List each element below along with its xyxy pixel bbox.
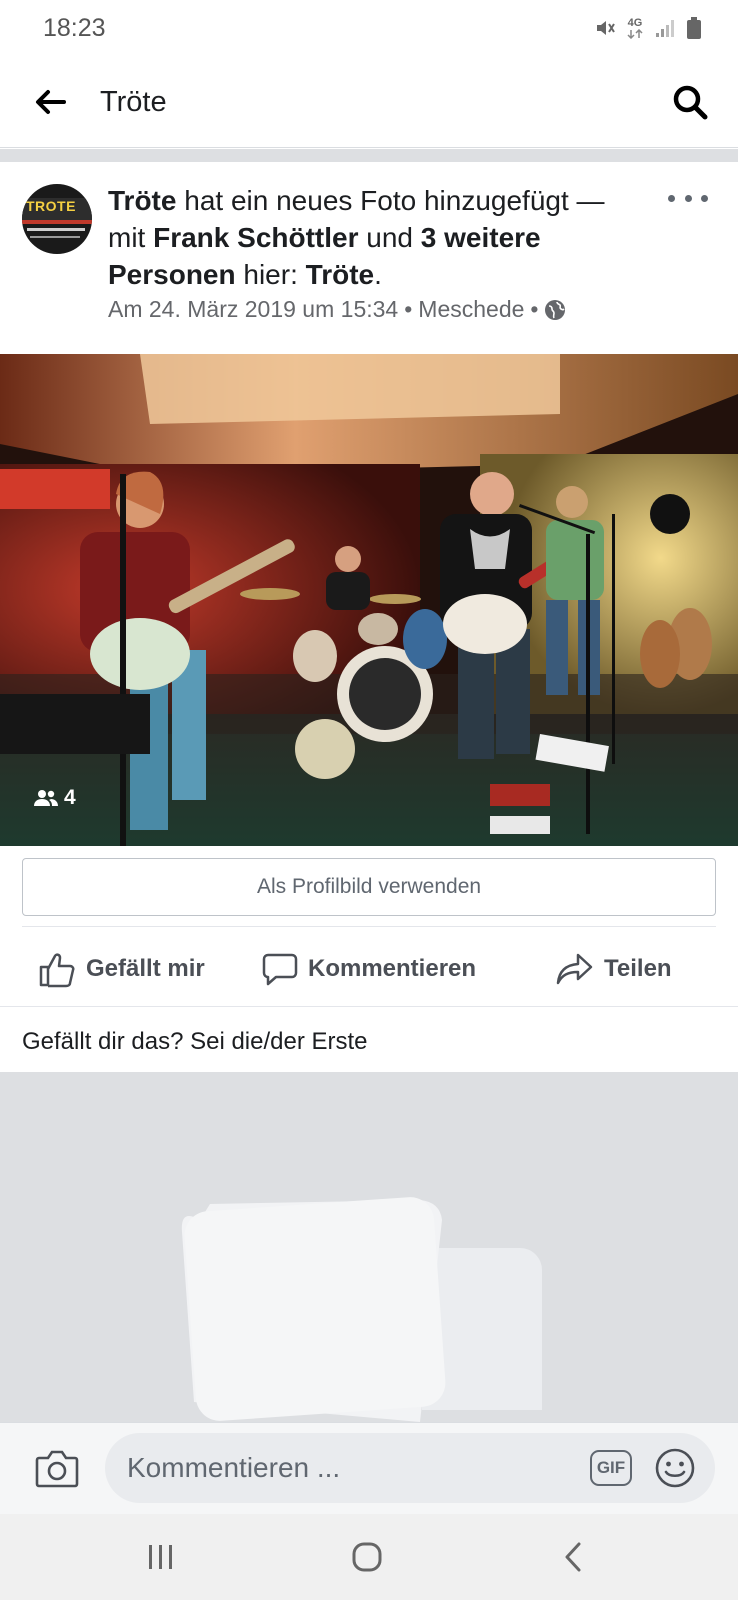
thumbs-up-icon <box>39 953 75 988</box>
like-button[interactable]: Gefällt mir <box>38 934 205 1004</box>
post-date[interactable]: Am 24. März 2019 um 15:34 <box>108 296 398 323</box>
post-photo[interactable]: 4 <box>0 354 738 846</box>
status-time: 18:23 <box>43 14 106 42</box>
post-text: Tröte hat ein neues Foto hinzugefügt — m… <box>108 182 648 293</box>
comment-composer: GIF <box>0 1422 738 1514</box>
gif-button[interactable]: GIF <box>590 1450 632 1486</box>
tagged-person-link[interactable]: Frank Schöttler <box>153 222 358 253</box>
meta-separator: • <box>404 296 413 322</box>
like-label: Gefällt mir <box>86 955 205 982</box>
chevron-left-icon <box>565 1542 581 1572</box>
post-period: . <box>374 259 382 290</box>
status-icons: 4G <box>594 16 702 40</box>
tagged-people-count[interactable]: 4 <box>24 778 86 818</box>
post-and-text: und <box>358 222 421 253</box>
more-options-button[interactable] <box>668 186 708 210</box>
likes-prompt: Gefällt dir das? Sei die/der Erste <box>22 1028 368 1055</box>
band-photo-image <box>0 354 738 846</box>
avatar[interactable]: TROTE <box>22 184 92 254</box>
camera-icon <box>35 1450 79 1488</box>
app-header: Tröte <box>0 60 738 148</box>
location-link[interactable]: Tröte <box>306 259 374 290</box>
comment-button[interactable]: Kommentieren <box>262 934 476 1004</box>
camera-button[interactable] <box>34 1445 80 1491</box>
comment-label: Kommentieren <box>308 955 477 982</box>
home-button[interactable] <box>342 1534 392 1580</box>
people-icon <box>34 790 58 806</box>
globe-icon <box>545 299 566 320</box>
post-meta: Am 24. März 2019 um 15:34 • Meschede • <box>108 296 566 323</box>
share-label: Teilen <box>604 955 672 982</box>
tag-count-value: 4 <box>64 786 76 809</box>
section-divider <box>0 149 738 162</box>
empty-comments-illustration-icon <box>181 1197 542 1422</box>
post-actions: Gefällt mir Kommentieren Teilen <box>0 934 738 1004</box>
divider <box>22 926 716 927</box>
post-place[interactable]: Meschede <box>418 296 524 323</box>
battery-icon <box>686 16 702 40</box>
divider <box>0 1006 738 1007</box>
post-location-prefix: hier: <box>235 259 306 290</box>
page-title: Tröte <box>100 86 167 118</box>
emoji-button[interactable] <box>654 1447 696 1489</box>
meta-separator: • <box>530 296 539 322</box>
status-bar: 18:23 4G <box>0 0 738 60</box>
arrow-left-icon <box>36 90 66 114</box>
comment-icon <box>262 953 298 986</box>
mute-icon <box>594 17 616 39</box>
share-arrow-icon <box>556 953 593 985</box>
use-as-profile-picture-button[interactable]: Als Profilbild verwenden <box>22 858 716 916</box>
network-type-icon: 4G <box>626 17 644 39</box>
home-icon <box>352 1542 382 1572</box>
smiley-icon <box>655 1448 695 1488</box>
recent-apps-button[interactable] <box>136 1534 186 1580</box>
search-button[interactable] <box>668 80 712 124</box>
post-actor-link[interactable]: Tröte <box>108 185 176 216</box>
search-icon <box>673 85 708 120</box>
system-back-button[interactable] <box>548 1534 598 1580</box>
recent-apps-icon <box>149 1545 172 1569</box>
back-button[interactable] <box>30 82 70 122</box>
signal-icon <box>654 17 676 39</box>
system-navigation-bar <box>0 1514 738 1600</box>
empty-comments-area <box>0 1072 738 1422</box>
share-button[interactable]: Teilen <box>556 934 672 1004</box>
